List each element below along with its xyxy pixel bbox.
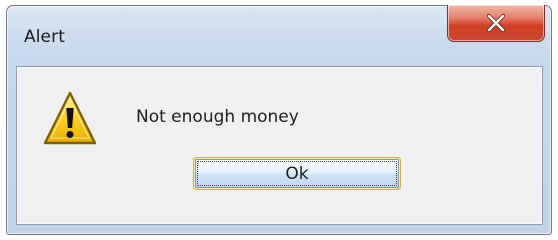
title-bar[interactable]: Alert xyxy=(7,5,551,64)
window-title: Alert xyxy=(24,27,65,47)
close-button[interactable] xyxy=(447,5,545,42)
close-icon xyxy=(486,13,506,33)
warning-icon xyxy=(43,91,97,145)
ok-button-label: Ok xyxy=(285,163,309,184)
ok-button[interactable]: Ok xyxy=(193,157,401,190)
alert-message: Not enough money xyxy=(136,107,299,127)
alert-dialog-window: Alert Not enough money Ok xyxy=(6,5,552,235)
dialog-content: Not enough money Ok xyxy=(16,66,543,225)
